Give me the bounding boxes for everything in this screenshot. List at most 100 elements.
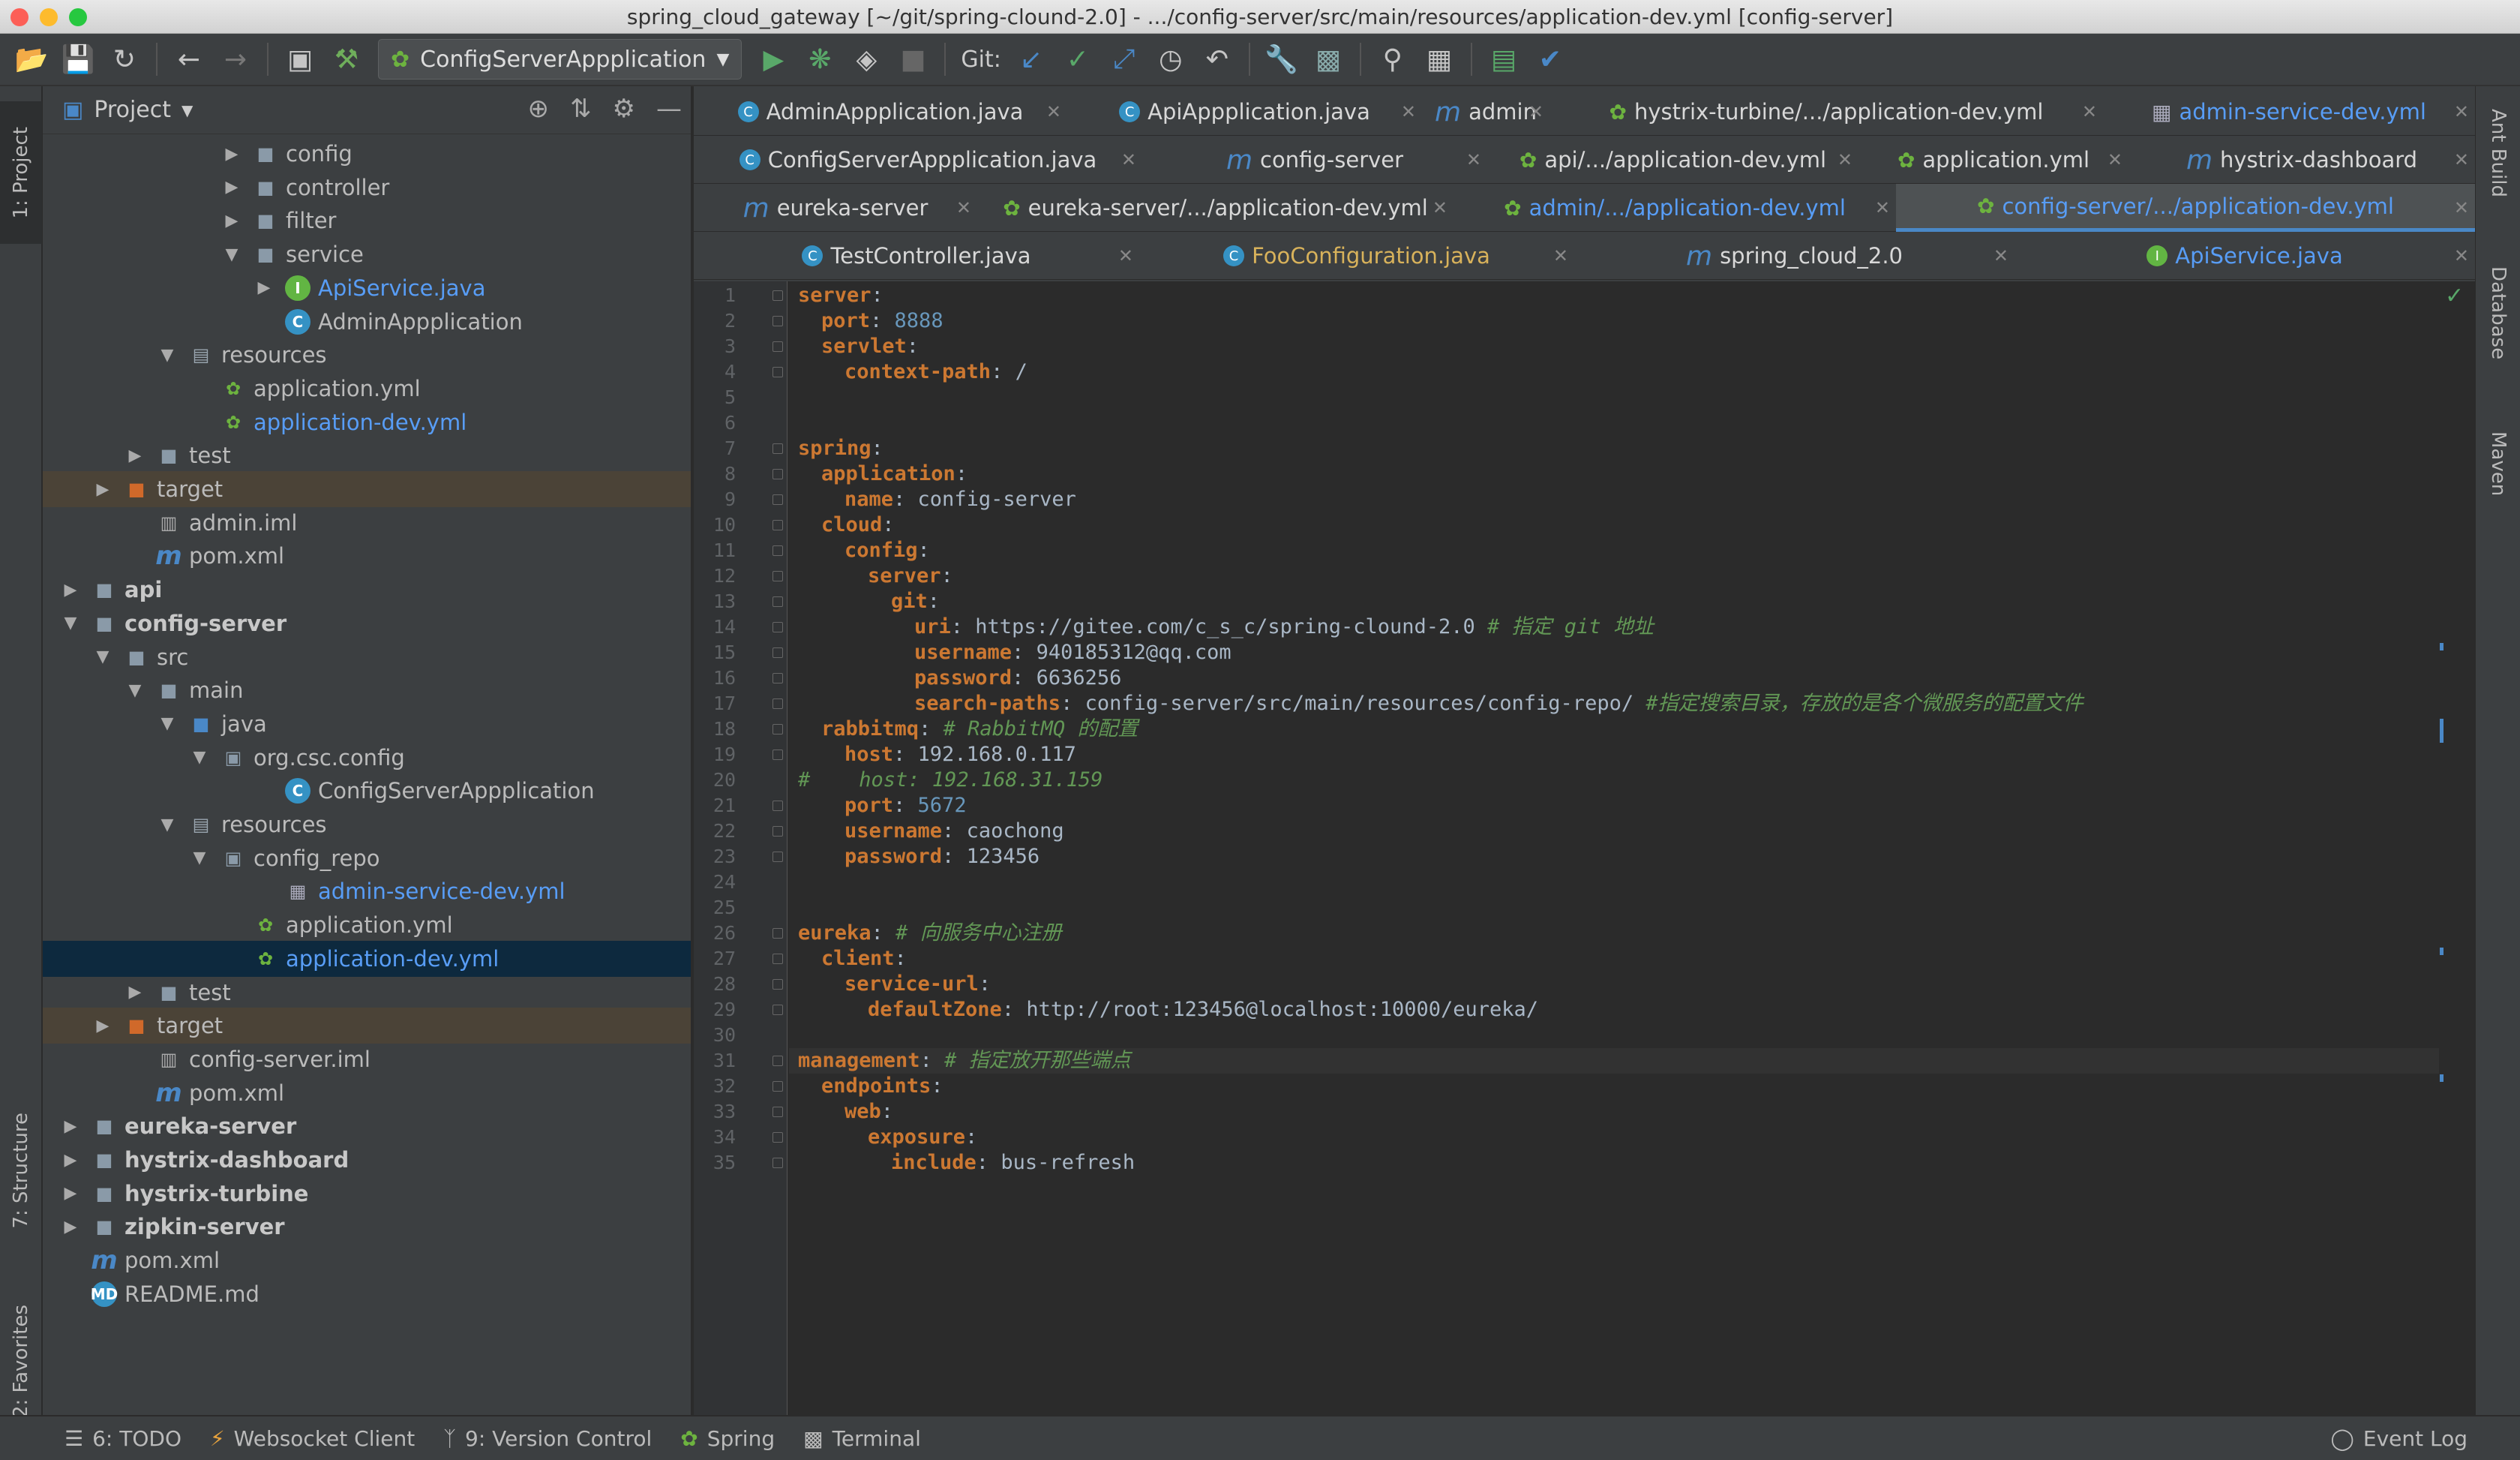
collapsed-arrow-icon[interactable]: ▶ <box>221 145 242 164</box>
tree-item[interactable]: ▼ ▤ resources <box>43 807 691 843</box>
event-log-tool-button[interactable]: ◯ Event Log <box>2331 1426 2468 1451</box>
git-merge-icon[interactable]: ⤢ <box>1103 38 1145 80</box>
editor-tab[interactable]: C AdminAppplication.java ✕ <box>694 88 1067 136</box>
editor-tab[interactable]: m hystrix-dashboard ✕ <box>2128 136 2475 184</box>
tree-item[interactable]: ▶ ■ test <box>43 975 691 1011</box>
tree-item[interactable]: ▼ ■ main <box>43 672 691 708</box>
fold-marker-icon[interactable] <box>772 520 783 530</box>
collapsed-arrow-icon[interactable]: ▶ <box>221 212 242 230</box>
editor-tab[interactable]: C FooConfiguration.java ✕ <box>1139 232 1574 280</box>
expanded-arrow-icon[interactable]: ▼ <box>189 748 210 767</box>
editor-tab[interactable]: ✿ eureka-server/.../application-dev.yml ✕ <box>977 184 1454 232</box>
tree-item[interactable]: ▶ ■ target <box>43 471 691 507</box>
sync-icon[interactable]: ↻ <box>104 38 146 80</box>
fold-marker-icon[interactable] <box>772 647 783 658</box>
inspection-ok-icon[interactable]: ✓ <box>2445 283 2464 309</box>
fold-marker-icon[interactable] <box>772 979 783 990</box>
close-tab-icon[interactable]: ✕ <box>1466 149 1481 170</box>
project-structure-icon[interactable]: ▣ <box>279 38 321 80</box>
tree-item[interactable]: ▥ admin.iml <box>43 505 691 541</box>
tree-item[interactable]: ▥ config-server.iml <box>43 1041 691 1077</box>
close-tab-icon[interactable]: ✕ <box>1875 197 1890 218</box>
fold-marker-icon[interactable] <box>772 852 783 862</box>
project-structure-folder-icon[interactable]: ▩ <box>1307 38 1349 80</box>
fold-marker-icon[interactable] <box>772 1107 783 1117</box>
websocket-tool-button[interactable]: ⚡ Websocket Client <box>210 1426 415 1451</box>
tool-tab-database[interactable]: Database <box>2476 266 2520 359</box>
collapsed-arrow-icon[interactable]: ▶ <box>60 1184 81 1203</box>
expanded-arrow-icon[interactable]: ▼ <box>221 245 242 264</box>
minimize-window-button[interactable] <box>40 8 58 26</box>
fold-marker-icon[interactable] <box>772 290 783 301</box>
editor-tab[interactable]: C ApiAppplication.java ✕ <box>1067 88 1422 136</box>
terminal-tool-button[interactable]: ▩ Terminal <box>803 1426 921 1451</box>
fold-marker-icon[interactable] <box>772 469 783 479</box>
close-tab-icon[interactable]: ✕ <box>2454 245 2469 266</box>
build-hammer-icon[interactable]: ⚒ <box>326 38 368 80</box>
fold-marker-icon[interactable] <box>772 596 783 607</box>
tree-item[interactable]: MD README.md <box>43 1276 691 1312</box>
tool-tab-project[interactable]: 1: Project <box>0 101 42 244</box>
fold-marker-icon[interactable] <box>772 724 783 735</box>
collapsed-arrow-icon[interactable]: ▶ <box>254 278 274 297</box>
editor-tab[interactable]: m spring_cloud_2.0 ✕ <box>1574 232 2014 280</box>
run-icon[interactable]: ▶ <box>752 38 794 80</box>
fold-marker-icon[interactable] <box>772 1081 783 1092</box>
run-config-selector[interactable]: ✿ ConfigServerAppplication ▼ <box>378 39 742 80</box>
collapsed-arrow-icon[interactable]: ▶ <box>221 178 242 197</box>
tree-item[interactable]: C AdminAppplication <box>43 304 691 340</box>
close-tab-icon[interactable]: ✕ <box>2454 149 2469 170</box>
editor-tab[interactable]: m config-server ✕ <box>1142 136 1487 184</box>
close-tab-icon[interactable]: ✕ <box>1994 245 2008 266</box>
fold-marker-icon[interactable] <box>772 443 783 454</box>
editor-tab[interactable]: m admin ✕ <box>1422 88 1550 136</box>
tree-item[interactable]: ▶ ■ hystrix-turbine <box>43 1176 691 1212</box>
editor-tab-active[interactable]: ✿ config-server/.../application-dev.yml ✕ <box>1896 184 2475 232</box>
tree-item[interactable]: ▼ ▣ org.csc.config <box>43 740 691 776</box>
search-icon[interactable]: ⚲ <box>1372 38 1414 80</box>
monitor-icon[interactable]: ▤ <box>1483 38 1525 80</box>
fold-marker-icon[interactable] <box>772 494 783 505</box>
tree-item[interactable]: ▶ ■ config <box>43 136 691 172</box>
stop-icon[interactable]: ■ <box>892 38 934 80</box>
back-icon[interactable]: ← <box>168 38 210 80</box>
close-tab-icon[interactable]: ✕ <box>1401 101 1416 122</box>
tree-item[interactable]: m pom.xml <box>43 1242 691 1278</box>
expanded-arrow-icon[interactable]: ▼ <box>92 647 113 666</box>
fold-marker-icon[interactable] <box>772 316 783 326</box>
tree-item[interactable]: ▶ ■ controller <box>43 170 691 206</box>
close-tab-icon[interactable]: ✕ <box>2082 101 2097 122</box>
tool-tab-ant-build[interactable]: Ant Build <box>2476 109 2520 197</box>
close-tab-icon[interactable]: ✕ <box>1121 149 1136 170</box>
fold-marker-icon[interactable] <box>772 622 783 632</box>
editor-tab[interactable]: ✿ application.yml ✕ <box>1858 136 2128 184</box>
fold-marker-icon[interactable] <box>772 826 783 837</box>
todo-tool-button[interactable]: ☰ 6: TODO <box>64 1426 182 1451</box>
forward-icon[interactable]: → <box>214 38 256 80</box>
fold-marker-icon[interactable] <box>772 1005 783 1015</box>
spring-tool-button[interactable]: ✿ Spring <box>680 1426 775 1451</box>
tree-item[interactable]: ▼ ▤ resources <box>43 337 691 373</box>
collapsed-arrow-icon[interactable]: ▶ <box>92 480 113 499</box>
close-tab-icon[interactable]: ✕ <box>1838 149 1852 170</box>
zoom-window-button[interactable] <box>69 8 87 26</box>
collapse-all-icon[interactable]: ⇅ <box>570 94 592 124</box>
expanded-arrow-icon[interactable]: ▼ <box>157 346 178 365</box>
fold-marker-icon[interactable] <box>772 571 783 581</box>
collapsed-arrow-icon[interactable]: ▶ <box>92 1017 113 1035</box>
close-tab-icon[interactable]: ✕ <box>2454 101 2469 122</box>
tree-item[interactable]: ▶ ■ zipkin-server <box>43 1209 691 1245</box>
fold-marker-icon[interactable] <box>772 801 783 811</box>
check-circle-icon[interactable]: ✔ <box>1529 38 1571 80</box>
gear-icon[interactable]: ⚙ <box>613 94 635 124</box>
editor-tab[interactable]: ✿ hystrix-turbine/.../application-dev.yml… <box>1550 88 2103 136</box>
close-tab-icon[interactable]: ✕ <box>2108 149 2122 170</box>
version-control-tool-button[interactable]: ᛉ 9: Version Control <box>443 1426 652 1451</box>
fold-marker-icon[interactable] <box>772 1132 783 1143</box>
tree-item[interactable]: ▶ ■ target <box>43 1008 691 1044</box>
fold-marker-icon[interactable] <box>772 750 783 760</box>
tree-item[interactable]: ✿ application.yml <box>43 907 691 943</box>
expanded-arrow-icon[interactable]: ▼ <box>157 816 178 834</box>
debug-icon[interactable]: ❋ <box>799 38 841 80</box>
close-tab-icon[interactable]: ✕ <box>2454 197 2469 218</box>
